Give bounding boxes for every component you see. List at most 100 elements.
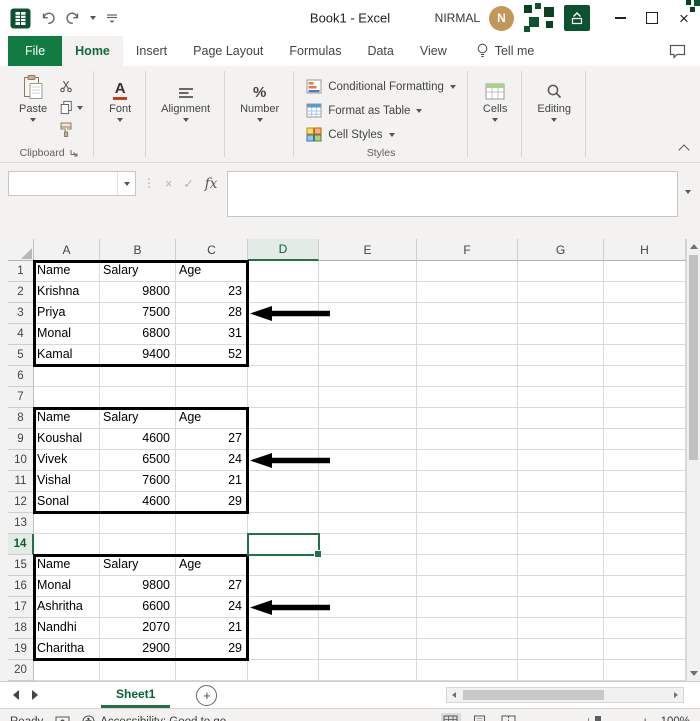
cell-G4[interactable]: [518, 324, 604, 345]
cell-B13[interactable]: [100, 513, 176, 534]
cell-F10[interactable]: [417, 450, 518, 471]
cell-E18[interactable]: [319, 618, 417, 639]
cell-H3[interactable]: [604, 303, 686, 324]
cell-H8[interactable]: [604, 408, 686, 429]
cell-G13[interactable]: [518, 513, 604, 534]
cell-E5[interactable]: [319, 345, 417, 366]
vertical-scrollbar-thumb[interactable]: [689, 255, 698, 460]
cell-C16[interactable]: 27: [176, 576, 248, 597]
arrow-annotation-row-3[interactable]: [250, 306, 330, 321]
normal-view-button[interactable]: [440, 712, 461, 721]
row-header-14[interactable]: 14: [8, 534, 34, 555]
cell-B19[interactable]: 2900: [100, 639, 176, 660]
cell-F18[interactable]: [417, 618, 518, 639]
excel-app-icon[interactable]: [10, 8, 31, 29]
maximize-button[interactable]: [636, 0, 668, 36]
column-header-F[interactable]: F: [417, 239, 518, 261]
column-header-C[interactable]: C: [176, 239, 248, 261]
horizontal-scrollbar-track[interactable]: [461, 688, 669, 702]
horizontal-scrollbar[interactable]: [446, 687, 684, 703]
cell-D15[interactable]: [248, 555, 319, 576]
cell-B9[interactable]: 4600: [100, 429, 176, 450]
cell-G8[interactable]: [518, 408, 604, 429]
cell-A5[interactable]: Kamal: [34, 345, 100, 366]
cell-A15[interactable]: Name: [34, 555, 100, 576]
cell-G16[interactable]: [518, 576, 604, 597]
cell-F13[interactable]: [417, 513, 518, 534]
scroll-down-button[interactable]: [687, 666, 700, 681]
cell-A9[interactable]: Koushal: [34, 429, 100, 450]
horizontal-scrollbar-thumb[interactable]: [463, 690, 605, 700]
copy-button[interactable]: [55, 98, 87, 117]
cell-C5[interactable]: 52: [176, 345, 248, 366]
row-header-4[interactable]: 4: [8, 324, 34, 345]
cell-D6[interactable]: [248, 366, 319, 387]
cell-H15[interactable]: [604, 555, 686, 576]
collapse-ribbon-icon[interactable]: [678, 144, 690, 156]
alignment-menu-button[interactable]: Alignment: [153, 71, 218, 125]
cell-E16[interactable]: [319, 576, 417, 597]
row-header-13[interactable]: 13: [8, 513, 34, 534]
cell-E2[interactable]: [319, 282, 417, 303]
cell-H1[interactable]: [604, 261, 686, 282]
minimize-button[interactable]: [604, 0, 636, 36]
cell-E7[interactable]: [319, 387, 417, 408]
formula-bar-grip[interactable]: ⋮: [143, 171, 155, 190]
column-header-A[interactable]: A: [34, 239, 100, 261]
cell-F15[interactable]: [417, 555, 518, 576]
cell-H19[interactable]: [604, 639, 686, 660]
cell-H17[interactable]: [604, 597, 686, 618]
cell-H14[interactable]: [604, 534, 686, 555]
cell-B14[interactable]: [100, 534, 176, 555]
cell-E14[interactable]: [319, 534, 417, 555]
cell-H2[interactable]: [604, 282, 686, 303]
cell-D12[interactable]: [248, 492, 319, 513]
cell-B2[interactable]: 9800: [100, 282, 176, 303]
cell-F7[interactable]: [417, 387, 518, 408]
cell-C18[interactable]: 21: [176, 618, 248, 639]
cell-C15[interactable]: Age: [176, 555, 248, 576]
cell-G3[interactable]: [518, 303, 604, 324]
cell-C12[interactable]: 29: [176, 492, 248, 513]
cell-A13[interactable]: [34, 513, 100, 534]
cell-A3[interactable]: Priya: [34, 303, 100, 324]
cell-C14[interactable]: [176, 534, 248, 555]
select-all-corner[interactable]: [8, 239, 34, 261]
row-header-12[interactable]: 12: [8, 492, 34, 513]
cell-B10[interactable]: 6500: [100, 450, 176, 471]
ribbon-display-options-button[interactable]: [564, 5, 590, 31]
cell-F2[interactable]: [417, 282, 518, 303]
cell-F19[interactable]: [417, 639, 518, 660]
accessibility-status[interactable]: Accessibility: Good to go: [82, 715, 226, 721]
cell-G9[interactable]: [518, 429, 604, 450]
row-header-18[interactable]: 18: [8, 618, 34, 639]
row-header-8[interactable]: 8: [8, 408, 34, 429]
cell-G2[interactable]: [518, 282, 604, 303]
cell-A20[interactable]: [34, 660, 100, 681]
tab-formulas[interactable]: Formulas: [276, 36, 354, 66]
cell-A4[interactable]: Monal: [34, 324, 100, 345]
cell-D2[interactable]: [248, 282, 319, 303]
format-as-table-button[interactable]: Format as Table: [301, 99, 461, 122]
column-header-D[interactable]: D: [248, 239, 319, 261]
cell-H4[interactable]: [604, 324, 686, 345]
cell-H6[interactable]: [604, 366, 686, 387]
cell-F16[interactable]: [417, 576, 518, 597]
cell-C6[interactable]: [176, 366, 248, 387]
column-header-E[interactable]: E: [319, 239, 417, 261]
scroll-up-button[interactable]: [687, 239, 700, 254]
cell-B18[interactable]: 2070: [100, 618, 176, 639]
cell-G7[interactable]: [518, 387, 604, 408]
cell-E8[interactable]: [319, 408, 417, 429]
cell-G18[interactable]: [518, 618, 604, 639]
cell-E19[interactable]: [319, 639, 417, 660]
row-header-5[interactable]: 5: [8, 345, 34, 366]
cell-D8[interactable]: [248, 408, 319, 429]
sheet-tab-sheet1[interactable]: Sheet1: [101, 682, 171, 708]
macro-record-button[interactable]: [55, 716, 70, 721]
tab-view[interactable]: View: [407, 36, 460, 66]
cell-A11[interactable]: Vishal: [34, 471, 100, 492]
cell-D14[interactable]: [248, 534, 319, 555]
cell-A19[interactable]: Charitha: [34, 639, 100, 660]
row-header-9[interactable]: 9: [8, 429, 34, 450]
